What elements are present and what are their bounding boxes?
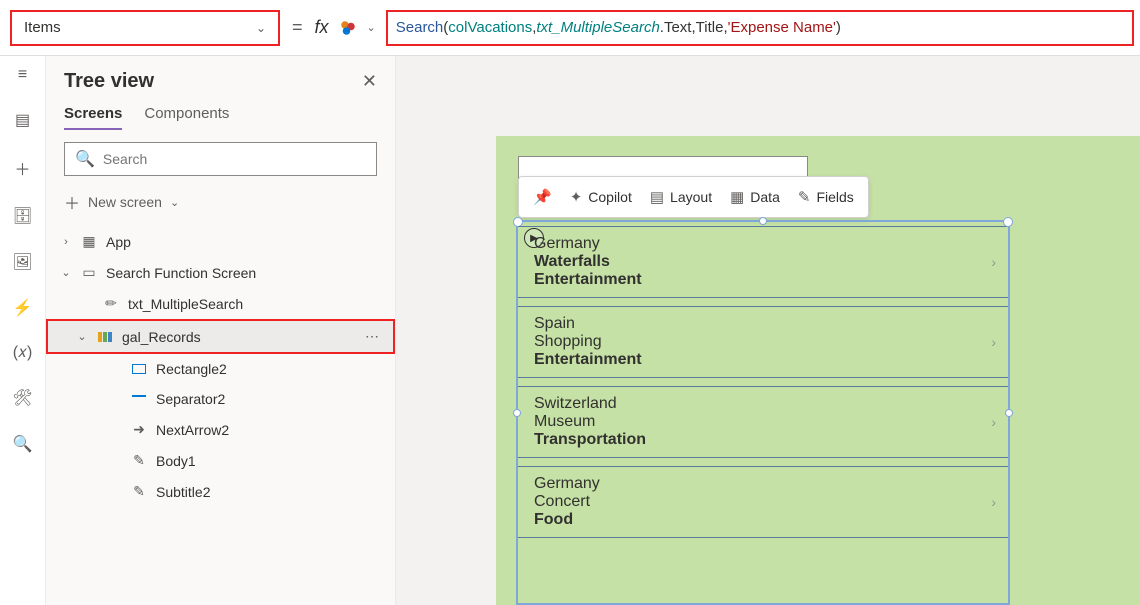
tree-node-app[interactable]: › ▦ App	[46, 226, 395, 257]
layout-icon: ▤	[650, 188, 664, 206]
close-icon[interactable]: ✕	[362, 71, 377, 92]
gallery-floating-toolbar: 📌 ✦ Copilot ▤ Layout ▦ Data ✎ Fields	[518, 176, 869, 218]
fields-icon: ✎	[798, 188, 811, 206]
gallery-item[interactable]: Spain Shopping Entertainment ›	[518, 306, 1008, 378]
tree-view-icon[interactable]: ▤	[15, 110, 30, 130]
grid-icon: ▦	[730, 188, 744, 206]
chevron-right-icon[interactable]: ›	[991, 494, 996, 510]
tab-components[interactable]: Components	[144, 105, 229, 130]
tree-node-body[interactable]: ✎ Body1	[46, 445, 395, 476]
media-icon[interactable]: 🖼	[12, 252, 32, 272]
tree-node-screen[interactable]: ⌄ ▭ Search Function Screen	[46, 257, 395, 288]
copilot-icon[interactable]	[339, 19, 357, 37]
toolbar-layout-button[interactable]: ▤ Layout	[650, 188, 712, 206]
new-screen-button[interactable]: ＋ New screen ⌄	[46, 186, 395, 226]
tree-node-txt[interactable]: ✏ txt_MultipleSearch	[46, 288, 395, 319]
textinput-icon: ✏	[102, 295, 120, 312]
toolbar-fields-button[interactable]: ✎ Fields	[798, 188, 854, 206]
separator-icon	[130, 398, 148, 400]
gallery-item[interactable]: Germany Waterfalls Entertainment ›	[518, 226, 1008, 298]
tree-node-rectangle[interactable]: Rectangle2	[46, 354, 395, 384]
app-icon: ▦	[80, 233, 98, 250]
chevron-down-icon: ⌄	[170, 196, 179, 209]
property-dropdown-label: Items	[24, 19, 61, 36]
toolbar-copilot-button[interactable]: ✦ Copilot	[570, 188, 632, 206]
gallery-items: Germany Waterfalls Entertainment › Spain…	[518, 222, 1008, 603]
more-icon[interactable]: ⋯	[365, 328, 379, 345]
caret-down-icon: ⌄	[60, 266, 72, 279]
formula-bar: Items ⌄ = fx ⌄ Search(colVacations,txt_M…	[0, 0, 1140, 56]
nextarrow-icon: ➜	[130, 421, 148, 438]
main-area: ≡ ▤ ＋ 🗄 🖼 ⚡ (𝑥) 🛠 🔍 Tree view ✕ Screens …	[0, 56, 1140, 605]
rectangle-icon	[130, 364, 148, 374]
insert-icon[interactable]: ＋	[14, 156, 30, 180]
tree-node-gal-records[interactable]: ⌄ gal_Records ⋯	[46, 319, 395, 354]
fx-icon[interactable]: fx	[315, 17, 329, 38]
gallery-item[interactable]: Germany Concert Food ›	[518, 466, 1008, 538]
canvas[interactable]: 📌 ✦ Copilot ▤ Layout ▦ Data ✎ Fields ▶	[396, 56, 1140, 605]
variables-icon[interactable]: (𝑥)	[13, 344, 33, 362]
advanced-tools-icon[interactable]: 🛠	[12, 388, 32, 408]
property-dropdown[interactable]: Items ⌄	[10, 10, 280, 46]
plus-icon: ＋	[64, 190, 80, 214]
caret-down-icon: ⌄	[76, 330, 88, 343]
search-rail-icon[interactable]: 🔍	[13, 434, 33, 454]
search-icon: 🔍	[75, 149, 95, 169]
tree-view-panel: Tree view ✕ Screens Components 🔍 ＋ New s…	[46, 56, 396, 605]
tree-node-separator[interactable]: Separator2	[46, 384, 395, 414]
chevron-down-icon: ⌄	[256, 21, 266, 35]
caret-right-icon: ›	[60, 236, 72, 248]
power-automate-icon[interactable]: ⚡	[13, 298, 33, 318]
tab-screens[interactable]: Screens	[64, 105, 122, 130]
pin-icon[interactable]: 📌	[533, 188, 552, 206]
label-icon: ✎	[130, 452, 148, 469]
equals-label: =	[292, 17, 303, 38]
gallery-icon	[96, 332, 114, 342]
left-rail: ≡ ▤ ＋ 🗄 🖼 ⚡ (𝑥) 🛠 🔍	[0, 56, 46, 605]
tree-search-box[interactable]: 🔍	[64, 142, 377, 176]
toolbar-data-button[interactable]: ▦ Data	[730, 188, 780, 206]
tree-list: › ▦ App ⌄ ▭ Search Function Screen ✏ txt…	[46, 226, 395, 605]
tree-tabs: Screens Components	[46, 99, 395, 130]
chevron-right-icon[interactable]: ›	[991, 414, 996, 430]
chevron-right-icon[interactable]: ›	[991, 334, 996, 350]
tree-node-subtitle[interactable]: ✎ Subtitle2	[46, 476, 395, 507]
tree-search-input[interactable]	[103, 151, 366, 167]
tok-func: Search	[396, 19, 444, 36]
copilot-icon: ✦	[570, 188, 583, 206]
gallery-item[interactable]: Switzerland Museum Transportation ›	[518, 386, 1008, 458]
tree-title: Tree view	[64, 70, 154, 93]
formula-chevron-icon[interactable]: ⌄	[367, 21, 376, 34]
hamburger-icon[interactable]: ≡	[18, 66, 27, 84]
tree-node-nextarrow[interactable]: ➜ NextArrow2	[46, 414, 395, 445]
data-icon[interactable]: 🗄	[12, 206, 32, 226]
new-screen-label: New screen	[88, 194, 162, 210]
label-icon: ✎	[130, 483, 148, 500]
screen-icon: ▭	[80, 264, 98, 281]
gallery-selection[interactable]: Germany Waterfalls Entertainment › Spain…	[516, 220, 1010, 605]
formula-input[interactable]: Search(colVacations,txt_MultipleSearch.T…	[386, 10, 1134, 46]
chevron-right-icon[interactable]: ›	[991, 254, 996, 270]
